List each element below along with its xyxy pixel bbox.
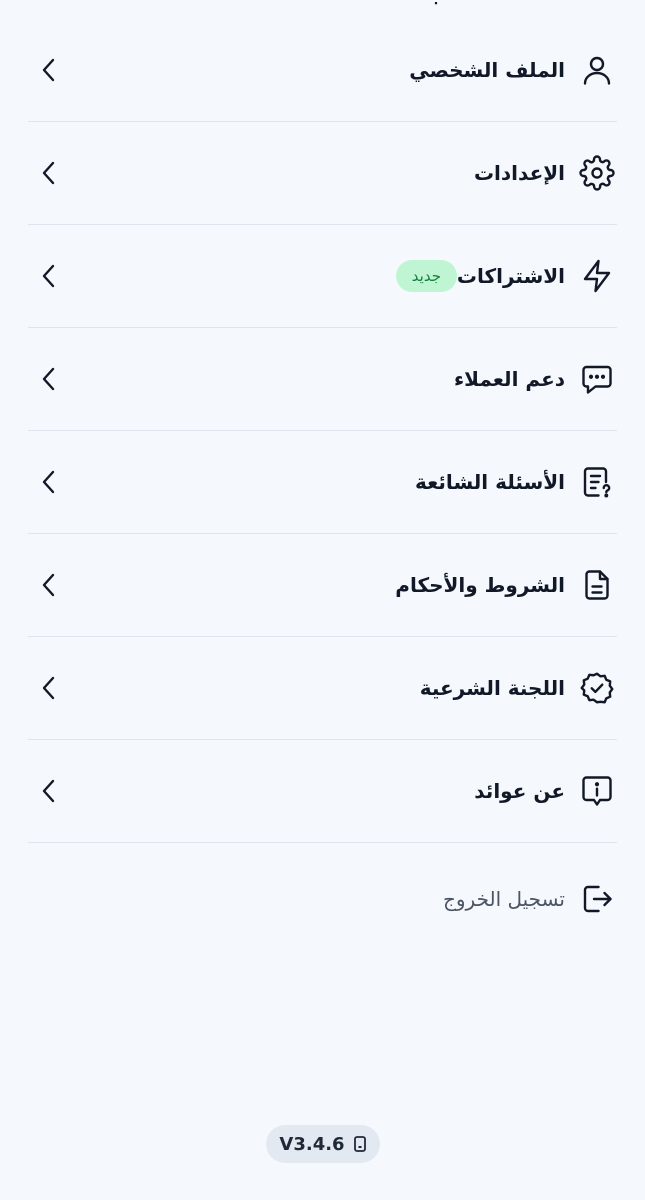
account-menu: الملف الشخصي الإعدادات الاشتراكات جديد د… [28,19,617,843]
menu-item-label: اللجنة الشرعية [419,676,565,700]
menu-item-label: الشروط والأحكام [395,573,565,597]
logout-icon [577,879,617,919]
menu-item-profile[interactable]: الملف الشخصي [28,19,617,122]
menu-item-sharia-board[interactable]: اللجنة الشرعية [28,637,617,740]
menu-item-label: الأسئلة الشائعة [415,470,565,494]
menu-item-about[interactable]: عن عوائد [28,740,617,843]
menu-item-subscriptions[interactable]: الاشتراكات جديد [28,225,617,328]
version-label: V3.4.6 [279,1133,345,1155]
new-badge: جديد [395,260,457,292]
document-icon [577,565,617,605]
chevron-left-icon [42,264,55,288]
chevron-left-icon [42,161,55,185]
logout-button[interactable]: تسجيل الخروج [28,868,617,930]
verified-badge-icon [577,668,617,708]
version-badge: V3.4.6 [266,1125,380,1163]
logout-label: تسجيل الخروج [442,887,565,911]
menu-item-terms[interactable]: الشروط والأحكام [28,534,617,637]
chevron-left-icon [42,470,55,494]
menu-item-faq[interactable]: الأسئلة الشائعة [28,431,617,534]
menu-item-label: الملف الشخصي [409,58,565,82]
chevron-left-icon [42,58,55,82]
gear-icon [577,153,617,193]
menu-item-settings[interactable]: الإعدادات [28,122,617,225]
chevron-left-icon [42,367,55,391]
chevron-left-icon [42,676,55,700]
lightning-icon [577,256,617,296]
menu-item-label: الاشتراكات [456,264,565,288]
faq-document-icon [577,462,617,502]
menu-item-label: عن عوائد [474,779,565,803]
menu-item-label: دعم العملاء [453,367,565,391]
menu-item-customer-support[interactable]: دعم العملاء [28,328,617,431]
chevron-left-icon [42,779,55,803]
chevron-left-icon [42,573,55,597]
menu-item-label: الإعدادات [473,161,565,185]
page-title: قائمة الحسابات [388,0,617,10]
info-bubble-icon [577,771,617,811]
phone-icon [353,1136,367,1152]
chat-icon [577,359,617,399]
user-icon [577,50,617,90]
